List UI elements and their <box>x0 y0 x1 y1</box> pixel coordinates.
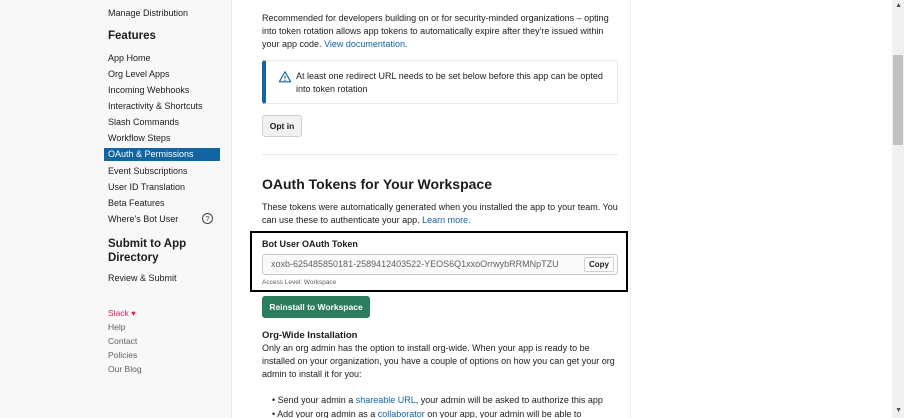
sidebar-item-beta-features[interactable]: Beta Features <box>108 198 165 208</box>
shareable-url-link[interactable]: shareable URL <box>356 395 416 405</box>
scrollbar-thumb[interactable] <box>893 55 903 145</box>
sidebar-item-event-subscriptions[interactable]: Event Subscriptions <box>108 166 188 176</box>
help-icon[interactable]: ? <box>202 213 213 224</box>
callout-text: At least one redirect URL needs to be se… <box>296 71 603 94</box>
sidebar-item-workflow-steps[interactable]: Workflow Steps <box>108 133 170 143</box>
footer-link-slack[interactable]: Slack ♥ <box>108 308 136 318</box>
sidebar-heading-features: Features <box>108 30 156 42</box>
reinstall-to-workspace-button[interactable]: Reinstall to Workspace <box>262 296 370 318</box>
footer-link-contact[interactable]: Contact <box>108 336 137 346</box>
learn-more-link[interactable]: Learn more. <box>422 215 471 225</box>
list-item: • Add your org admin as a collaborator o… <box>272 409 582 418</box>
sidebar-item-interactivity-shortcuts[interactable]: Interactivity & Shortcuts <box>108 101 203 111</box>
org-install-description: Only an org admin has the option to inst… <box>262 343 615 379</box>
bot-token-field[interactable]: xoxb-625485850181-2589412403522-YEOS6Q1x… <box>262 254 618 275</box>
sidebar-item-manage-distribution[interactable]: Manage Distribution <box>108 8 188 18</box>
access-level-text: Access Level: Workspace <box>262 279 337 286</box>
redirect-url-callout: At least one redirect URL needs to be se… <box>262 60 618 104</box>
list-item: • Send your admin a shareable URL, your … <box>272 395 603 405</box>
token-rotation-text: Recommended for developers building on o… <box>262 13 609 49</box>
scroll-down-icon[interactable]: ▼ <box>895 407 902 414</box>
section-divider <box>262 154 618 155</box>
oauth-tokens-description: These tokens were automatically generate… <box>262 201 622 227</box>
sidebar-item-incoming-webhooks[interactable]: Incoming Webhooks <box>108 85 189 95</box>
sidebar-item-wheres-bot-user[interactable]: Where's Bot User <box>108 214 178 224</box>
sidebar: Manage Distribution Features App Home Or… <box>0 0 232 418</box>
footer-link-help[interactable]: Help <box>108 322 125 332</box>
right-pane <box>630 0 892 418</box>
oauth-tokens-heading: OAuth Tokens for Your Workspace <box>262 176 493 192</box>
warning-icon <box>278 71 292 83</box>
sidebar-item-org-level-apps[interactable]: Org Level Apps <box>108 69 170 79</box>
footer-link-policies[interactable]: Policies <box>108 350 137 360</box>
bullet1-post: , your admin will be asked to authorize … <box>415 395 603 405</box>
bot-token-label: Bot User OAuth Token <box>262 239 358 249</box>
view-documentation-link[interactable]: View documentation. <box>324 39 407 49</box>
footer-slack-label: Slack <box>108 308 129 318</box>
sidebar-item-app-home[interactable]: App Home <box>108 53 151 63</box>
bullet2-post: on your app, your admin will be able to <box>424 409 582 418</box>
heart-icon: ♥ <box>131 309 136 318</box>
footer-link-blog[interactable]: Our Blog <box>108 364 142 374</box>
bullet2-pre: Add your org admin as a <box>277 409 378 418</box>
scroll-up-icon[interactable]: ▲ <box>895 2 902 9</box>
scrollbar[interactable]: ▲ ▼ <box>892 0 904 418</box>
opt-in-button[interactable]: Opt in <box>262 115 302 137</box>
sidebar-item-review-submit[interactable]: Review & Submit <box>108 273 177 283</box>
org-wide-installation-heading: Org-Wide Installation <box>262 330 358 341</box>
bot-token-value[interactable]: xoxb-625485850181-2589412403522-YEOS6Q1x… <box>271 259 559 269</box>
collaborator-link[interactable]: collaborator <box>378 409 425 418</box>
sidebar-heading-submit: Submit to App Directory <box>108 238 187 264</box>
sidebar-item-slash-commands[interactable]: Slash Commands <box>108 117 179 127</box>
token-rotation-description: Recommended for developers building on o… <box>262 12 622 51</box>
copy-token-button[interactable]: Copy <box>584 257 614 272</box>
sidebar-item-user-id-translation[interactable]: User ID Translation <box>108 182 185 192</box>
sidebar-item-oauth-permissions[interactable]: OAuth & Permissions <box>104 148 220 161</box>
bullet1-pre: Send your admin a <box>277 395 356 405</box>
